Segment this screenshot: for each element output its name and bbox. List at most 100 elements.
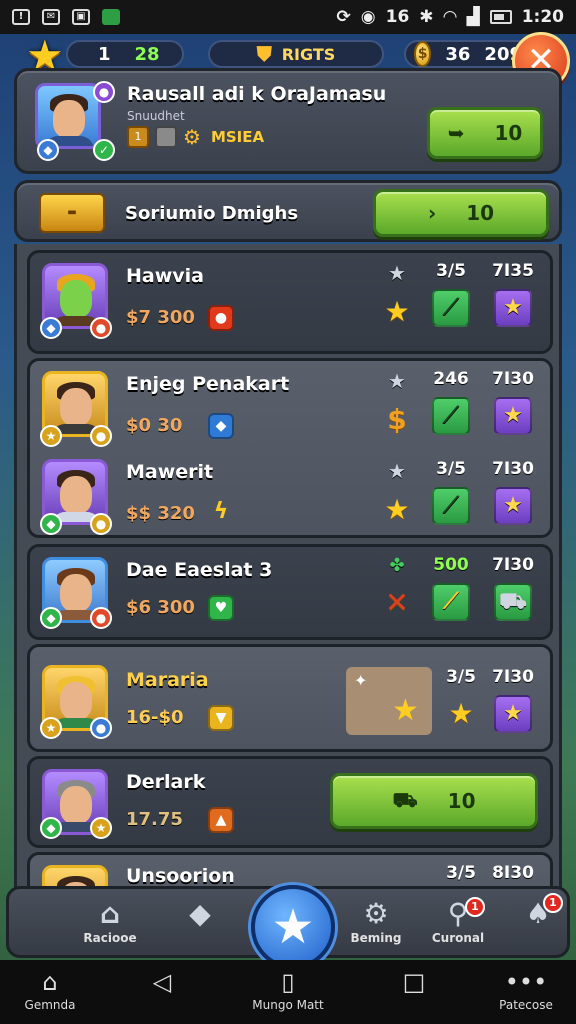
offer-box[interactable]: ✦ ★: [346, 667, 432, 735]
sys-center-label: Mungo Matt: [252, 998, 324, 1012]
avatar-face: [60, 476, 92, 514]
stat-a: 246: [433, 369, 469, 389]
check-icon: ✓: [93, 139, 115, 161]
blue-gem-icon: ◆: [37, 139, 59, 161]
grey-star-icon: ★: [388, 261, 406, 285]
arrow-icon: ➥: [447, 121, 465, 145]
player-list[interactable]: ◆ ● Hawvia $7 300 ● ★ ★ 3/5 ⟋ 7I35 ★ ★ ●…: [14, 244, 562, 890]
blue-gem-icon: ◆: [40, 317, 62, 339]
sync-icon: ⟳: [336, 7, 351, 27]
profile-panel: ● ◆ ✓ Rausall adi k OraJamasu Snuudhet 1…: [14, 68, 562, 174]
player-name: Dae Eaeslat 3: [126, 559, 273, 581]
edit-icon[interactable]: ⟋: [432, 487, 470, 525]
grey-star-icon: ★: [388, 459, 406, 483]
rating-column: ★ ★: [372, 459, 422, 529]
bluetooth-icon: ✱: [419, 7, 434, 27]
nav-center-star-button[interactable]: ★: [251, 885, 335, 969]
nav-home[interactable]: ⌂ Raciooe: [65, 897, 155, 945]
profile-action-button[interactable]: ➥ 10: [427, 107, 543, 159]
bottom-nav: ⌂ Raciooe ◆ ★ ⚙ Beming ⚲ Curonal 1 ♠ 1: [6, 885, 570, 969]
favorite-star-icon[interactable]: ★: [494, 397, 532, 435]
nav-cards[interactable]: ◆: [155, 897, 245, 931]
stat-b: 7I30: [492, 667, 534, 687]
gold-star-icon: ★: [392, 693, 419, 728]
cross-icon: ✕: [385, 586, 409, 619]
rating-column: ★ $: [372, 369, 422, 439]
gold-gem-icon: ●: [90, 513, 112, 535]
gold-cards-icon: ◆: [189, 897, 211, 930]
sys-more[interactable]: ••• Patecose: [476, 966, 576, 1012]
card-icon: ♠: [525, 897, 551, 930]
sys-recents[interactable]: □: [364, 966, 464, 998]
player-tag: ◆: [208, 413, 234, 439]
edit-icon[interactable]: ⟋: [432, 583, 470, 621]
stat-a: 3/5: [436, 459, 466, 479]
favorite-star-icon[interactable]: ★: [494, 695, 532, 733]
status-bar: ! ✉ ▣ ⟳ ◉ 16 ✱ ◠ ▟ 1:20: [0, 0, 576, 34]
sys-back[interactable]: ◁: [112, 966, 212, 998]
player-name: Enjeg Penakart: [126, 373, 290, 395]
boot-icon: ⛟: [392, 787, 418, 812]
nav-cards-pack[interactable]: ♠: [493, 897, 576, 931]
shoe-icon[interactable]: ⛟: [494, 583, 532, 621]
mail-icon: ✉: [42, 9, 60, 25]
coin-icon: $: [414, 41, 432, 67]
favorite-star-icon[interactable]: ★: [494, 487, 532, 525]
sparkle-icon: ✦: [354, 671, 368, 690]
profile-badges: 1 ⚙ MSIEA: [127, 125, 264, 149]
list-item[interactable]: ◆ ★ Derlark 17.75 ▲ ⛟ 10: [27, 756, 553, 848]
list-item[interactable]: ★ ● Mararia 16-$0 ▼ ✦ ★ 3/5 ★ 7I30 ★: [27, 644, 553, 752]
info-icon: ▯: [281, 968, 295, 996]
sys-more-label: Patecose: [499, 998, 553, 1012]
player-tag: ϟ: [213, 499, 229, 524]
list-item[interactable]: ◆ ● Dae Eaeslat 3 $6 300 ♥ ✤ ✕ 500 ⟋ 7I3…: [27, 544, 553, 640]
gear-badge-icon: ⚙: [183, 125, 201, 149]
nav-settings[interactable]: ⚙ Beming: [331, 897, 421, 945]
list-group: ★ ● Enjeg Penakart $0 30 ◆ ★ $ 246 ⟋ 7I3…: [27, 358, 553, 538]
profile-button-value: 10: [494, 121, 523, 145]
edit-icon[interactable]: ⟋: [432, 289, 470, 327]
nav-settings-label: Beming: [350, 931, 402, 945]
stat-column: 500 ⟋: [426, 555, 476, 621]
stat-a: 3/5: [446, 667, 476, 687]
stat-b: 7I30: [492, 459, 534, 479]
back-icon: ◁: [152, 968, 172, 996]
gold-gem-icon: ★: [40, 425, 62, 447]
treasure-chest-icon: ▬: [39, 193, 105, 233]
player-button-value: 10: [447, 789, 476, 813]
stat-a: 3/5: [446, 863, 476, 883]
edit-icon[interactable]: ⟋: [432, 397, 470, 435]
clock: 1:20: [521, 7, 564, 27]
image-icon: ▣: [72, 9, 90, 25]
sys-home[interactable]: ⌂ Gemnda: [0, 966, 100, 1012]
favorite-star-icon[interactable]: ★: [494, 289, 532, 327]
nav-search[interactable]: ⚲ Curonal: [413, 897, 503, 945]
notification-badge: 1: [543, 893, 563, 913]
stat-column: 3/5 ★: [436, 667, 486, 733]
player-tag: ●: [208, 305, 234, 331]
list-item[interactable]: ◆ ● Hawvia $7 300 ● ★ ★ 3/5 ⟋ 7I35 ★: [27, 250, 553, 354]
gold-star-icon: ★: [384, 493, 410, 526]
player-tag: ▼: [208, 705, 234, 731]
stat-b: 8I30: [492, 863, 534, 883]
sys-home-label: Gemnda: [24, 998, 76, 1012]
player-tag: ♥: [208, 595, 234, 621]
status-indicator: 16: [385, 7, 410, 27]
level-pill[interactable]: 1 28: [66, 40, 184, 68]
chevron-right-icon: ›: [427, 201, 437, 225]
section-action-button[interactable]: › 10: [373, 189, 549, 237]
gold-gem-icon: ●: [90, 425, 112, 447]
sys-center[interactable]: ▯ Mungo Matt: [238, 966, 338, 1012]
section-header: ▬ Soriumio Dmighs › 10: [14, 180, 562, 242]
search-icon: ⚲: [447, 897, 469, 930]
stat-column: 8I30: [488, 863, 538, 883]
stat-a: 500: [433, 555, 469, 575]
stat-column: 7I30 ⛟: [488, 555, 538, 621]
player-action-button[interactable]: ⛟ 10: [330, 773, 538, 829]
grey-star-icon: ★: [388, 369, 406, 393]
stat-column: 7I30 ★: [488, 667, 538, 733]
green-gem-icon: ◆: [40, 513, 62, 535]
player-price: $0 30: [126, 415, 183, 436]
level-left: 1: [98, 43, 111, 65]
nav-home-label: Raciooe: [83, 931, 137, 945]
